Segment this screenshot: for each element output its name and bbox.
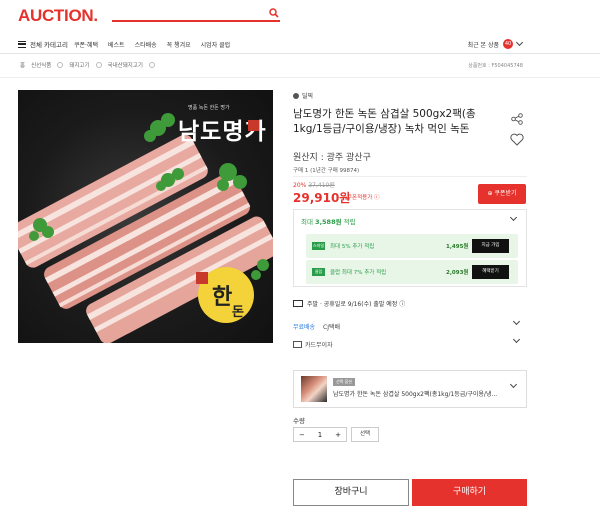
store-icon [293, 92, 299, 99]
store-link[interactable]: 딜픽 [293, 91, 313, 100]
option-name: 남도명가 한돈 녹돈 삼겹살 500gx2팩(총1kg/1등급/구이용/냉... [333, 391, 498, 398]
nav-links: 쿠폰·혜택 베스트 스타배송 꼭 챙겨요 시엄자 클럽 [74, 40, 230, 49]
coupon-button[interactable]: ⊕ 쿠폰받기 [478, 184, 526, 204]
chevron-down-icon [515, 38, 524, 47]
divider [0, 77, 600, 78]
quantity-value[interactable]: 1 [318, 431, 322, 439]
reward-row-amount: 1,495원 [446, 244, 469, 250]
option-selector[interactable]: 선택 옵션 남도명가 한돈 녹돈 삼겹살 500gx2팩(총1kg/1등급/구이… [293, 370, 527, 408]
reward-prefix: 최대 [301, 218, 313, 226]
recent-count-badge: 40 [503, 39, 513, 49]
shipping-eta-text: 주말 · 공휴일로 9/16(수) 출발 예정 ⓘ [307, 301, 406, 308]
reward-suffix: 적립 [343, 218, 356, 226]
recent-viewed-label: 최근 본 상품 [467, 41, 499, 49]
free-shipping[interactable]: 무료배송 CJ택배 [293, 322, 340, 331]
heart-icon[interactable] [510, 133, 524, 146]
recent-viewed[interactable]: 최근 본 상품 40 [467, 38, 524, 49]
option-thumbnail [301, 376, 327, 402]
carrier-name: CJ택배 [323, 324, 341, 331]
menu-icon [18, 40, 26, 48]
quantity-stepper: − 1 + [293, 427, 347, 442]
nav-link-best[interactable]: 베스트 [108, 40, 125, 49]
origin-info: 원산지 : 광주 광산구 [293, 153, 371, 163]
breadcrumb-home[interactable]: 홈 [20, 61, 25, 69]
shipping-eta: 주말 · 공휴일로 9/16(수) 출발 예정 ⓘ [293, 299, 405, 308]
search-icon[interactable] [269, 8, 279, 18]
top-nav: 전체 카테고리 쿠폰·혜택 베스트 스타배송 꼭 챙겨요 시엄자 클럽 최근 본… [0, 34, 600, 54]
reward-box: 최대 3,588원 적립 스마일 최대 5% 추가 적립 1,495원 지금 가… [293, 209, 527, 287]
quantity-decrease-button[interactable]: − [299, 431, 305, 439]
product-title: 남도명가 한돈 녹돈 삼겹살 500gx2팩(총1kg/1등급/구이용/냉장) … [293, 108, 476, 135]
reward-row-text: 클럽 최대 7% 추가 적립 [330, 270, 387, 276]
search-bar[interactable] [112, 6, 280, 22]
store-name: 딜픽 [302, 93, 314, 100]
smile-tag: 스마일 [312, 242, 325, 250]
purchase-count: 구매 1 (1년간 구매 99874) [293, 168, 360, 174]
breadcrumb: 홈 신선식품 돼지고기 국내산돼지고기 [20, 61, 155, 69]
breadcrumb-fresh[interactable]: 신선식품 [31, 61, 51, 69]
auction-logo[interactable]: AUCTION. [18, 6, 98, 26]
reward-header[interactable]: 최대 3,588원 적립 [301, 216, 356, 226]
nav-link-must-have[interactable]: 꼭 챙겨요 [167, 40, 191, 49]
select-button[interactable]: 선택 [351, 427, 379, 442]
breadcrumb-domestic-pork[interactable]: 국내산돼지고기 [108, 61, 143, 69]
original-price: 37,410원 [308, 182, 335, 189]
price-label[interactable]: 쿠폰적용가 ⓘ [347, 193, 380, 201]
sale-price: 29,910원 [293, 191, 351, 205]
breadcrumb-pork[interactable]: 돼지고기 [69, 61, 89, 69]
card-installment[interactable]: 카드무이자 [293, 340, 333, 349]
breadcrumb-dropdown-icon[interactable] [57, 62, 64, 68]
quantity-label: 수량 [293, 417, 305, 425]
card-installment-label: 카드무이자 [305, 342, 333, 349]
chevron-down-icon[interactable] [512, 335, 521, 344]
reward-amount: 3,588원 [315, 218, 342, 226]
nav-link-star-delivery[interactable]: 스타배송 [135, 40, 157, 49]
all-categories-button[interactable]: 전체 카테고리 [18, 39, 68, 49]
nav-link-club[interactable]: 시엄자 클럽 [201, 40, 231, 49]
club-tag: 클럽 [312, 268, 325, 276]
free-shipping-label: 무료배송 [293, 324, 316, 331]
breadcrumb-dropdown-icon[interactable] [148, 62, 155, 68]
reward-row-smile: 스마일 최대 5% 추가 적립 1,495원 지금 가입 [306, 234, 518, 258]
nav-link-coupon[interactable]: 쿠폰·혜택 [74, 40, 98, 49]
join-now-button[interactable]: 지금 가입 [472, 239, 509, 253]
product-image[interactable]: 한 돈 명품 녹돈 한돈 명가 남도명가 [18, 90, 273, 343]
quantity-increase-button[interactable]: + [335, 431, 341, 439]
share-icon[interactable] [511, 113, 523, 125]
svg-text:돈: 돈 [232, 305, 244, 320]
chevron-down-icon [509, 380, 518, 389]
get-benefit-button[interactable]: 혜택받기 [472, 265, 509, 279]
discount-percent: 20% [293, 182, 307, 189]
discount-line: 20% 37,410원 [293, 180, 335, 189]
chevron-down-icon[interactable] [509, 213, 518, 222]
seal-stamp [248, 120, 259, 131]
cart-button[interactable]: 장바구니 [293, 479, 409, 506]
chevron-down-icon[interactable] [512, 317, 521, 326]
all-categories-label: 전체 카테고리 [30, 41, 68, 49]
reward-row-club: 클럽 클럽 최대 7% 추가 적립 2,093원 혜택받기 [306, 260, 518, 284]
reward-row-amount: 2,093원 [446, 270, 469, 276]
breadcrumb-dropdown-icon[interactable] [95, 62, 102, 68]
divider [293, 176, 527, 177]
buy-button[interactable]: 구매하기 [412, 479, 527, 506]
svg-text:한: 한 [212, 284, 232, 310]
image-subtitle: 명품 녹돈 한돈 명가 [188, 105, 230, 111]
product-code: 상품번호 : F504045748 [468, 63, 523, 69]
card-icon [293, 341, 302, 348]
truck-icon [293, 300, 303, 307]
option-tag: 선택 옵션 [333, 378, 355, 386]
reward-row-text: 최대 5% 추가 적립 [330, 244, 375, 250]
